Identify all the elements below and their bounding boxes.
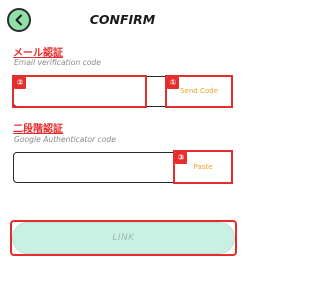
email-section-subtitle: Email verification code xyxy=(14,58,101,67)
paste-label: Paste xyxy=(193,163,213,171)
input-number-badge: ② xyxy=(14,77,26,89)
send-code-number-badge: ① xyxy=(167,77,179,89)
page-title: CONFIRM xyxy=(89,12,156,27)
google-section-title: 二段階認証 xyxy=(13,124,63,135)
email-code-input[interactable] xyxy=(12,75,147,108)
google-section-subtitle: Google Authenticator code xyxy=(14,135,116,144)
link-button[interactable]: LINK xyxy=(12,222,235,254)
send-code-label: Send Code xyxy=(180,87,218,95)
paste-number-badge: ③ xyxy=(175,152,187,164)
link-button-label: LINK xyxy=(112,233,135,243)
email-section-title: メール認証 xyxy=(13,48,63,59)
